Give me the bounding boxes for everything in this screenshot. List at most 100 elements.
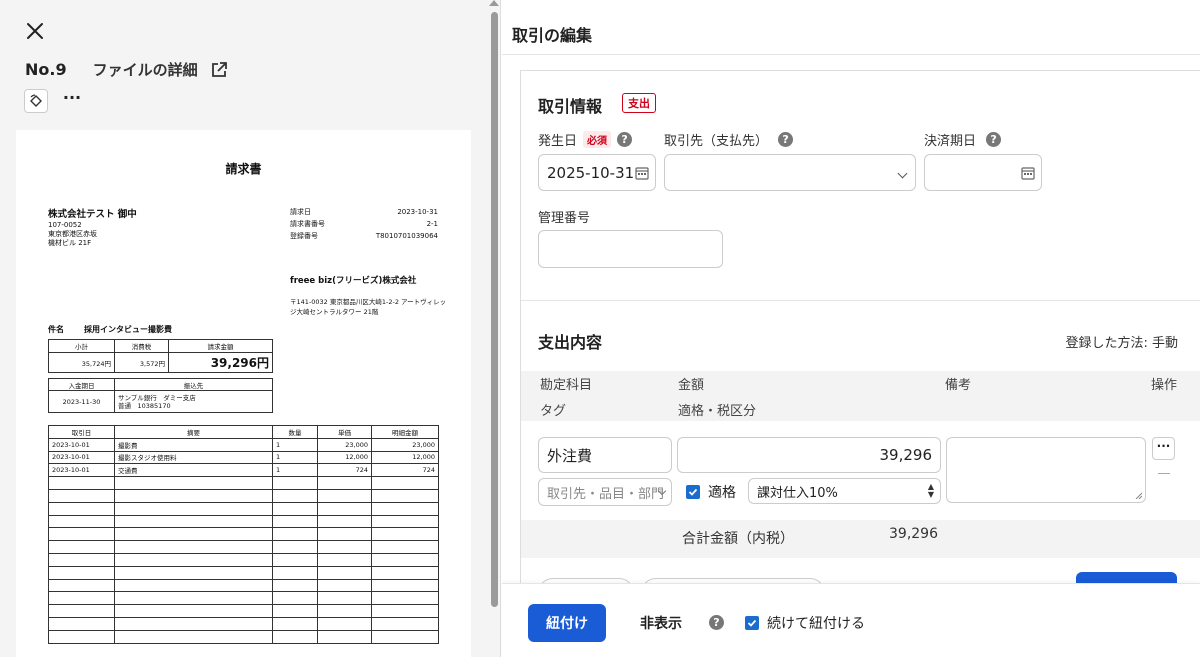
invoice-summary-table: 小計 消費税 請求金額 35,724円 3,572円 39,296円	[48, 339, 273, 373]
more-options-button[interactable]: ···	[62, 89, 82, 113]
invoice-customer: 株式会社テスト 御中	[48, 209, 137, 220]
column-header: 勘定科目	[540, 378, 593, 393]
meta-value: T8010701039064	[375, 232, 438, 240]
invoice-customer-address: 107-0052 東京都港区赤坂 機材ビル 21F	[48, 221, 97, 248]
file-header: No.9 ファイルの詳細	[25, 59, 228, 80]
table-cell: 撮影費	[114, 437, 273, 452]
table-cell	[48, 488, 115, 503]
table-cell: 交通費	[114, 463, 273, 478]
date-label-text: 発生日	[538, 134, 578, 149]
rotate-icon	[30, 94, 42, 107]
due-date-input[interactable]	[924, 154, 1042, 191]
scroll-up-arrow-icon[interactable]	[489, 0, 499, 6]
table-cell: 2023-10-01	[48, 437, 115, 452]
hide-button[interactable]: 非表示	[640, 613, 682, 633]
link-button[interactable]: 紐付け	[528, 604, 606, 642]
help-icon[interactable]: ?	[709, 615, 724, 630]
calendar-icon[interactable]	[1021, 166, 1035, 180]
help-icon[interactable]: ?	[986, 132, 1002, 147]
table-cell: 23,000	[371, 437, 439, 452]
table-row: 2023-10-01 撮影費 1 23,000 23,000	[48, 437, 439, 452]
invoice-seller: freee biz(フリービズ)株式会社	[290, 276, 417, 286]
table-cell	[114, 476, 273, 490]
table-cell	[272, 604, 318, 618]
invoice-subject: 件名 採用インタビュー撮影費	[48, 324, 172, 335]
table-cell	[272, 476, 318, 490]
meta-row: 請求書番号 2-1	[290, 218, 438, 230]
scrollbar-thumb[interactable]	[491, 12, 498, 607]
qualified-checkbox[interactable]: 適格	[686, 482, 736, 502]
resize-handle-icon[interactable]	[1135, 492, 1142, 499]
table-cell	[272, 629, 318, 644]
table-cell	[317, 616, 372, 631]
meta-row: 登録番号 T8010701039064	[290, 230, 438, 242]
bank-line: サンプル銀行 ダミー支店	[118, 393, 196, 402]
table-cell	[371, 591, 439, 606]
date-value: 2025-10-31	[547, 163, 635, 182]
continue-link-checkbox[interactable]: 続けて紐付ける	[745, 613, 865, 633]
row-more-button[interactable]: ···	[1152, 437, 1175, 460]
payment-due: 2023-11-30	[48, 390, 115, 413]
meta-value: 2-1	[426, 220, 438, 228]
chevron-down-icon	[897, 168, 908, 179]
table-row	[48, 591, 439, 606]
note-textarea[interactable]	[946, 437, 1146, 503]
date-label: 発生日 必須 ?	[538, 130, 633, 149]
table-header: 請求金額	[168, 339, 273, 353]
meta-key: 請求書番号	[290, 220, 325, 228]
management-number-input[interactable]	[538, 230, 723, 268]
due-label-text: 決済期日	[924, 134, 977, 149]
tax-category-select[interactable]: 課対仕入10% ▲ ▼	[748, 478, 941, 504]
billing-amount: 39,296円	[168, 352, 273, 373]
help-icon[interactable]: ?	[778, 132, 794, 147]
table-header: 入金期日	[48, 378, 115, 391]
table-cell	[371, 476, 439, 490]
table-cell	[114, 591, 273, 606]
expense-badge: 支出	[622, 93, 656, 113]
table-header: 数量	[272, 425, 318, 439]
column-header: タグ	[540, 404, 567, 419]
table-cell	[272, 501, 318, 516]
table-header: 単価	[317, 425, 372, 439]
table-cell	[48, 540, 115, 554]
table-cell	[48, 616, 115, 631]
close-icon[interactable]	[24, 20, 46, 42]
invoice-meta: 請求日 2023-10-31 請求書番号 2-1 登録番号 T801070103906…	[290, 206, 438, 242]
table-cell: 2023-10-01	[48, 450, 115, 465]
help-icon[interactable]: ?	[617, 132, 633, 147]
rotate-button[interactable]	[24, 89, 48, 113]
table-cell: 724	[317, 463, 372, 478]
checkbox-checked-icon[interactable]	[745, 616, 759, 630]
table-cell	[48, 565, 115, 580]
date-input[interactable]: 2025-10-31	[538, 154, 656, 191]
file-number: No.9	[25, 60, 67, 79]
column-header: 備考	[945, 378, 972, 393]
partner-select[interactable]	[664, 154, 916, 191]
table-cell	[317, 527, 372, 542]
column-header: 金額	[678, 378, 705, 393]
checkbox-checked-icon[interactable]	[686, 485, 700, 499]
remove-row-icon[interactable]	[1158, 473, 1170, 474]
table-cell	[317, 501, 372, 516]
account-input[interactable]: 外注費	[538, 437, 672, 473]
transaction-edit-panel: 取引の編集 取引情報 支出 発生日 必須 ? 2025-10-31 取引先（支払…	[502, 0, 1200, 657]
updown-icon: ▲ ▼	[927, 482, 934, 499]
tax-value: 3,572円	[114, 352, 169, 373]
tag-select[interactable]: 取引先・品目・部門	[538, 478, 672, 506]
table-cell: 23,000	[317, 437, 372, 452]
column-header: 操作	[1151, 378, 1178, 393]
divider	[502, 54, 1200, 55]
external-link-icon[interactable]	[210, 61, 228, 79]
table-cell	[371, 514, 439, 529]
table-cell: 撮影スタジオ使用料	[114, 450, 273, 465]
column-header: 適格・税区分	[678, 404, 757, 419]
amount-input[interactable]: 39,296	[677, 437, 941, 473]
calendar-icon[interactable]	[635, 166, 649, 180]
table-cell	[114, 552, 273, 567]
table-row	[48, 488, 439, 503]
table-cell	[371, 552, 439, 567]
subject-value: 採用インタビュー撮影費	[84, 325, 172, 334]
invoice-payment-table: 入金期日 振込先 2023-11-30 サンプル銀行 ダミー支店 普通 1038…	[48, 378, 273, 413]
table-cell	[48, 604, 115, 618]
table-header: 小計	[48, 339, 115, 353]
